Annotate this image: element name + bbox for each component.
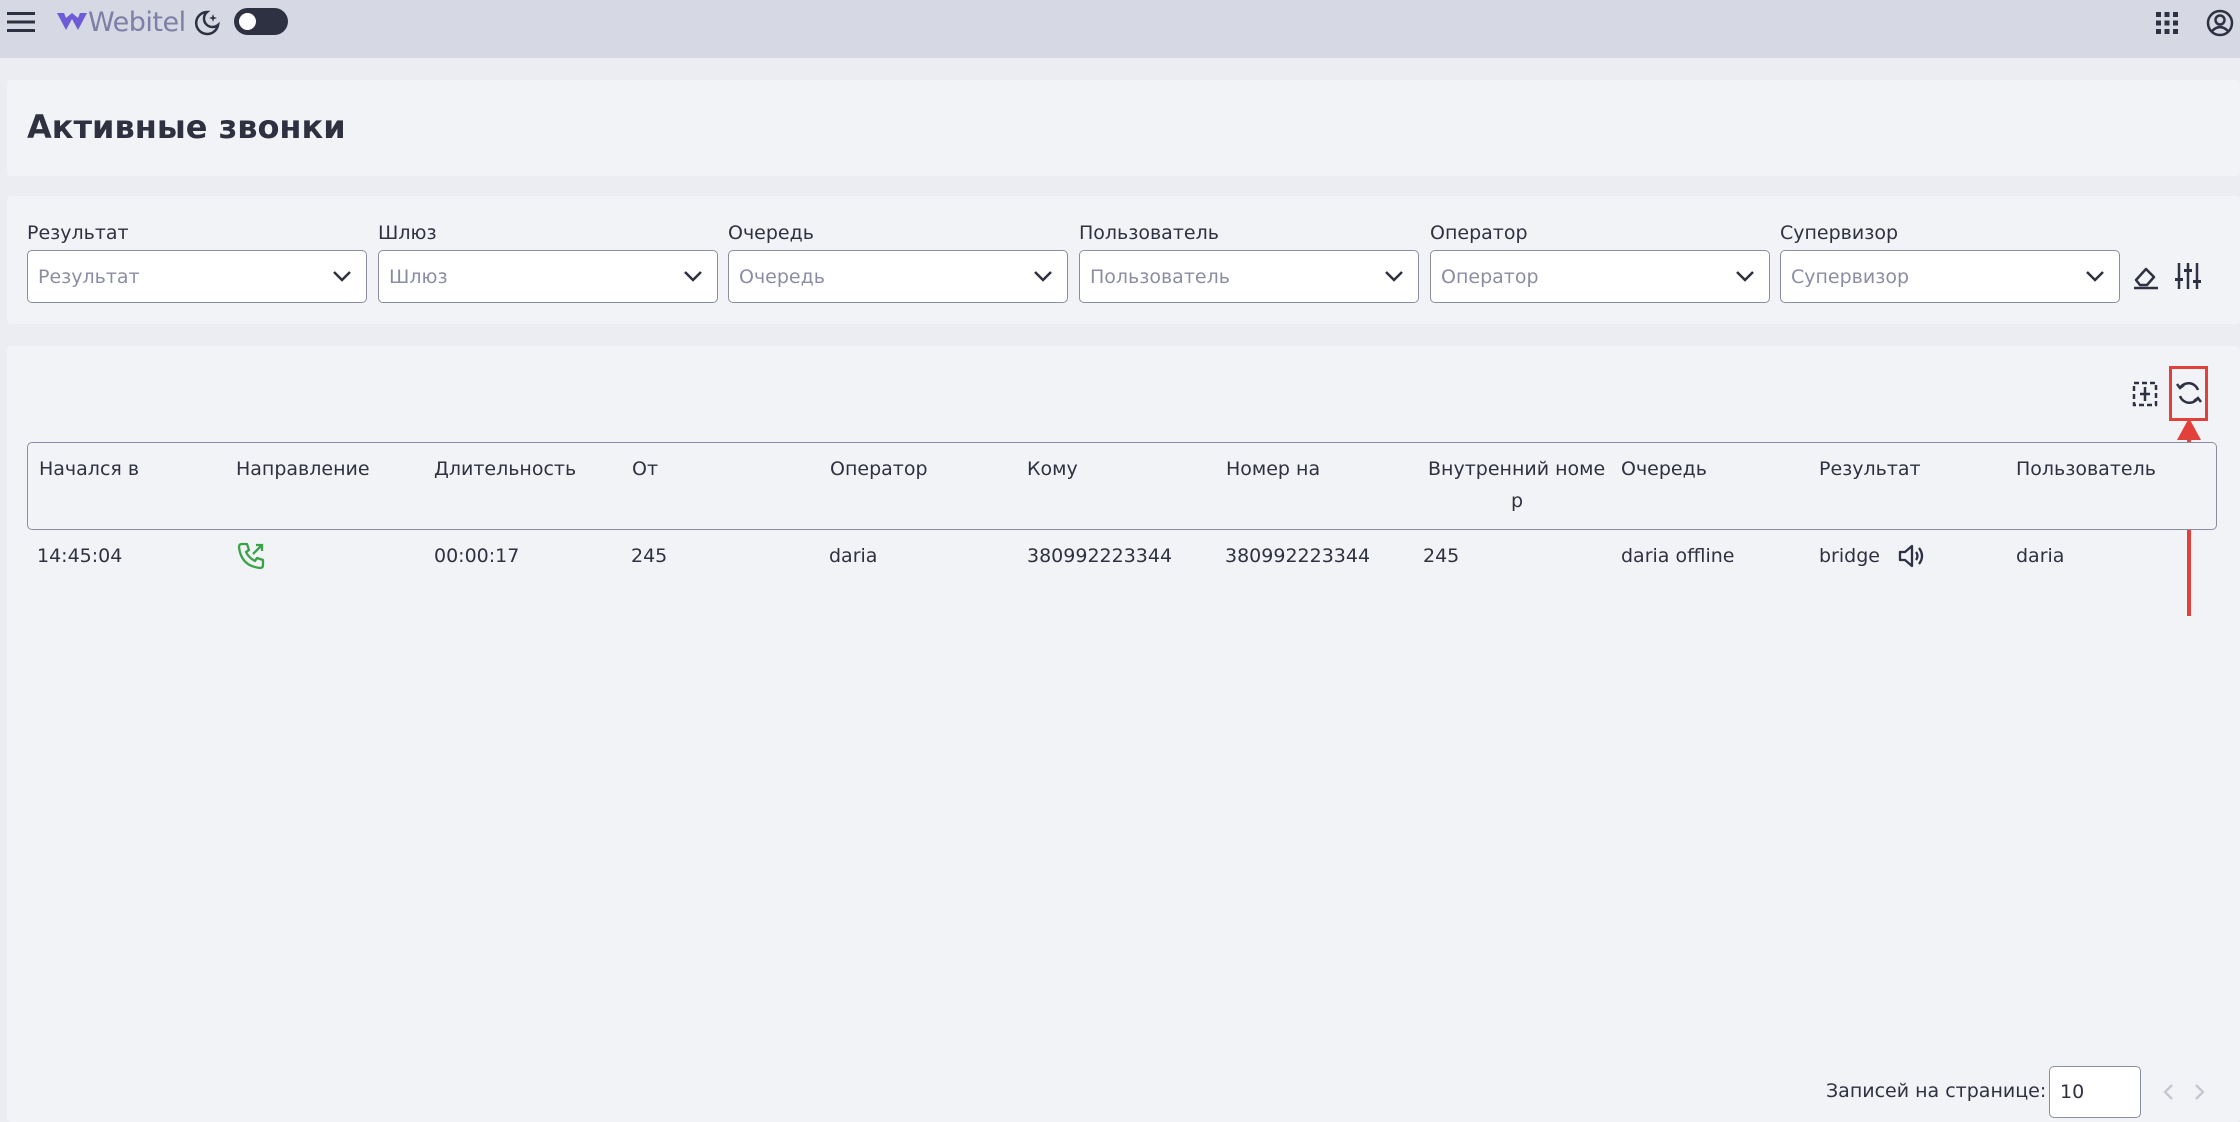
operator-select[interactable]: Оператор xyxy=(1430,250,1770,303)
chevron-down-icon xyxy=(332,268,352,287)
column-header-duration[interactable]: Длительность xyxy=(434,458,576,480)
supervisor-select[interactable]: Супервизор xyxy=(1780,250,2120,303)
cell-number: 380992223344 xyxy=(1225,545,1371,567)
chevron-down-icon xyxy=(2085,268,2105,287)
column-header-queue[interactable]: Очередь xyxy=(1621,458,1707,480)
cell-result: bridge xyxy=(1819,545,1880,567)
table-header xyxy=(27,442,2217,530)
column-header-extension[interactable]: Внутренний номе xyxy=(1428,458,1605,480)
filter-label-result: Результат xyxy=(27,222,129,244)
cell-started: 14:45:04 xyxy=(37,545,123,567)
logo-text: Webitel xyxy=(88,7,186,38)
toggle-knob xyxy=(239,13,256,30)
cell-to: 380992223344 xyxy=(1027,545,1173,567)
per-page-label: Записей на странице: xyxy=(1826,1080,2047,1102)
account-circle-icon[interactable] xyxy=(2205,8,2235,38)
cell-duration: 00:00:17 xyxy=(434,545,520,567)
queue-select[interactable]: Очередь xyxy=(728,250,1068,303)
column-header-user[interactable]: Пользователь xyxy=(2016,458,2156,480)
cell-user: daria xyxy=(2016,545,2065,567)
chevron-left-icon[interactable] xyxy=(2158,1080,2178,1104)
select-placeholder: Супервизор xyxy=(1791,266,1910,288)
select-placeholder: Пользователь xyxy=(1090,266,1230,288)
cell-operator: daria xyxy=(829,545,878,567)
outbound-call-icon xyxy=(236,541,266,571)
chevron-down-icon xyxy=(1384,268,1404,287)
cell-from: 245 xyxy=(631,545,668,567)
eraser-icon[interactable] xyxy=(2131,262,2161,292)
top-bar xyxy=(0,0,2240,58)
hamburger-menu-icon[interactable] xyxy=(6,9,36,35)
filter-label-queue: Очередь xyxy=(728,222,814,244)
user-select[interactable]: Пользователь xyxy=(1079,250,1419,303)
column-header-to[interactable]: Кому xyxy=(1027,458,1078,480)
column-header-result[interactable]: Результат xyxy=(1819,458,1921,480)
chevron-down-icon xyxy=(1735,268,1755,287)
filter-label-gateway: Шлюз xyxy=(378,222,437,244)
column-header-number[interactable]: Номер на xyxy=(1226,458,1320,480)
column-header-started[interactable]: Начался в xyxy=(39,458,139,480)
select-placeholder: Шлюз xyxy=(389,266,448,288)
cell-queue: daria offline xyxy=(1621,545,1735,567)
filter-label-operator: Оператор xyxy=(1430,222,1528,244)
apps-grid-icon[interactable] xyxy=(2154,10,2180,36)
column-header-from[interactable]: От xyxy=(632,458,658,480)
column-header-direction[interactable]: Направление xyxy=(236,458,370,480)
theme-toggle[interactable] xyxy=(234,8,288,35)
gateway-select[interactable]: Шлюз xyxy=(378,250,718,303)
filter-label-supervisor: Супервизор xyxy=(1780,222,1899,244)
sliders-icon[interactable] xyxy=(2173,260,2203,292)
column-expand-icon[interactable] xyxy=(2130,379,2160,409)
result-select[interactable]: Результат xyxy=(27,250,367,303)
chevron-down-icon xyxy=(683,268,703,287)
select-placeholder: Очередь xyxy=(739,266,825,288)
moon-stars-icon xyxy=(192,8,222,38)
per-page-input[interactable]: 10 xyxy=(2049,1066,2141,1118)
select-placeholder: Результат xyxy=(38,266,140,288)
chevron-right-icon[interactable] xyxy=(2190,1080,2210,1104)
column-header-extension-wrap: р xyxy=(1511,490,1524,512)
column-header-operator[interactable]: Оператор xyxy=(830,458,928,480)
cell-extension: 245 xyxy=(1423,545,1460,567)
chevron-down-icon xyxy=(1033,268,1053,287)
refresh-highlight-box xyxy=(2169,366,2208,421)
webitel-logo-icon xyxy=(56,10,88,34)
page-title: Активные звонки xyxy=(27,108,346,146)
select-placeholder: Оператор xyxy=(1441,266,1539,288)
speaker-icon[interactable] xyxy=(1896,542,1926,570)
filter-label-user: Пользователь xyxy=(1079,222,1219,244)
